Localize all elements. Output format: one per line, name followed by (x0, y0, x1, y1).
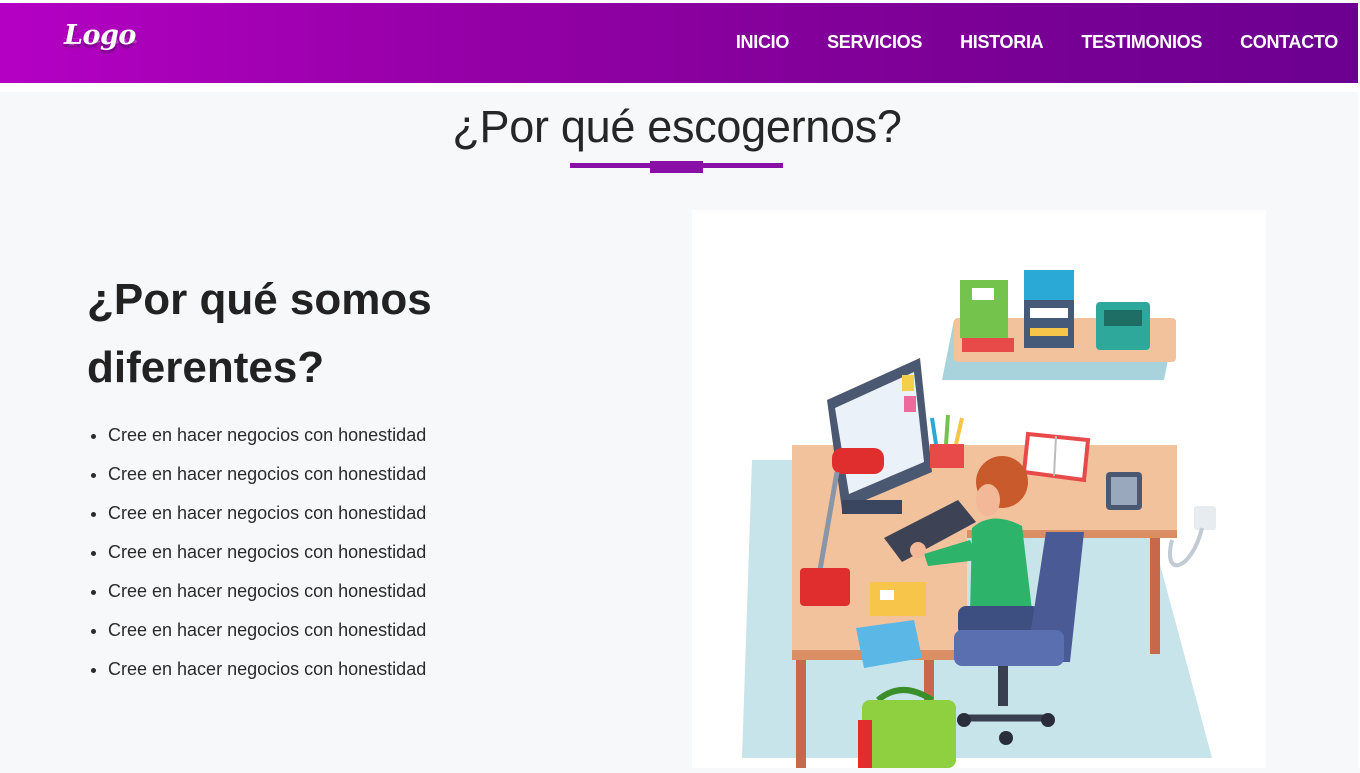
person-shirt (970, 518, 1032, 614)
school-bag (862, 700, 956, 768)
logo-reflection: Logo (64, 36, 138, 47)
main-nav: INICIO SERVICIOS HISTORIA TESTIMONIOS CO… (736, 32, 1338, 53)
list-item: Cree en hacer negocios con honestidad (108, 533, 426, 572)
reasons-list: Cree en hacer negocios con honestidad Cr… (86, 416, 426, 689)
list-item: Cree en hacer negocios con honestidad (108, 650, 426, 689)
list-item: Cree en hacer negocios con honestidad (108, 611, 426, 650)
office-worker-desk-illustration (742, 270, 1216, 768)
desk-leg (1150, 538, 1160, 654)
section-heading: ¿Por qué somos diferentes? (87, 275, 432, 392)
title-underline-accent (650, 161, 703, 173)
header-divider (0, 83, 1358, 92)
desk-leg (796, 660, 806, 768)
desk-lamp (832, 448, 884, 474)
nav-servicios[interactable]: SERVICIOS (827, 32, 922, 53)
office-illustration (692, 210, 1266, 768)
list-item: Cree en hacer negocios con honestidad (108, 572, 426, 611)
nav-testimonios[interactable]: TESTIMONIOS (1081, 32, 1202, 53)
nav-inicio[interactable]: INICIO (736, 32, 790, 53)
office-chair-seat (954, 630, 1064, 666)
nav-contacto[interactable]: CONTACTO (1240, 32, 1338, 53)
site-header: Logo Logo INICIO SERVICIOS HISTORIA TEST… (0, 3, 1358, 83)
shelf-box-blue (1024, 270, 1074, 300)
list-item: Cree en hacer negocios con honestidad (108, 416, 426, 455)
desk-books (870, 582, 926, 616)
wall-socket (1194, 506, 1216, 530)
pencil-cup (930, 444, 964, 468)
section-title: ¿Por qué escogernos? (452, 101, 902, 152)
list-item: Cree en hacer negocios con honestidad (108, 455, 426, 494)
shelf-papers (1024, 300, 1074, 348)
list-item: Cree en hacer negocios con honestidad (108, 494, 426, 533)
nav-historia[interactable]: HISTORIA (960, 32, 1044, 53)
